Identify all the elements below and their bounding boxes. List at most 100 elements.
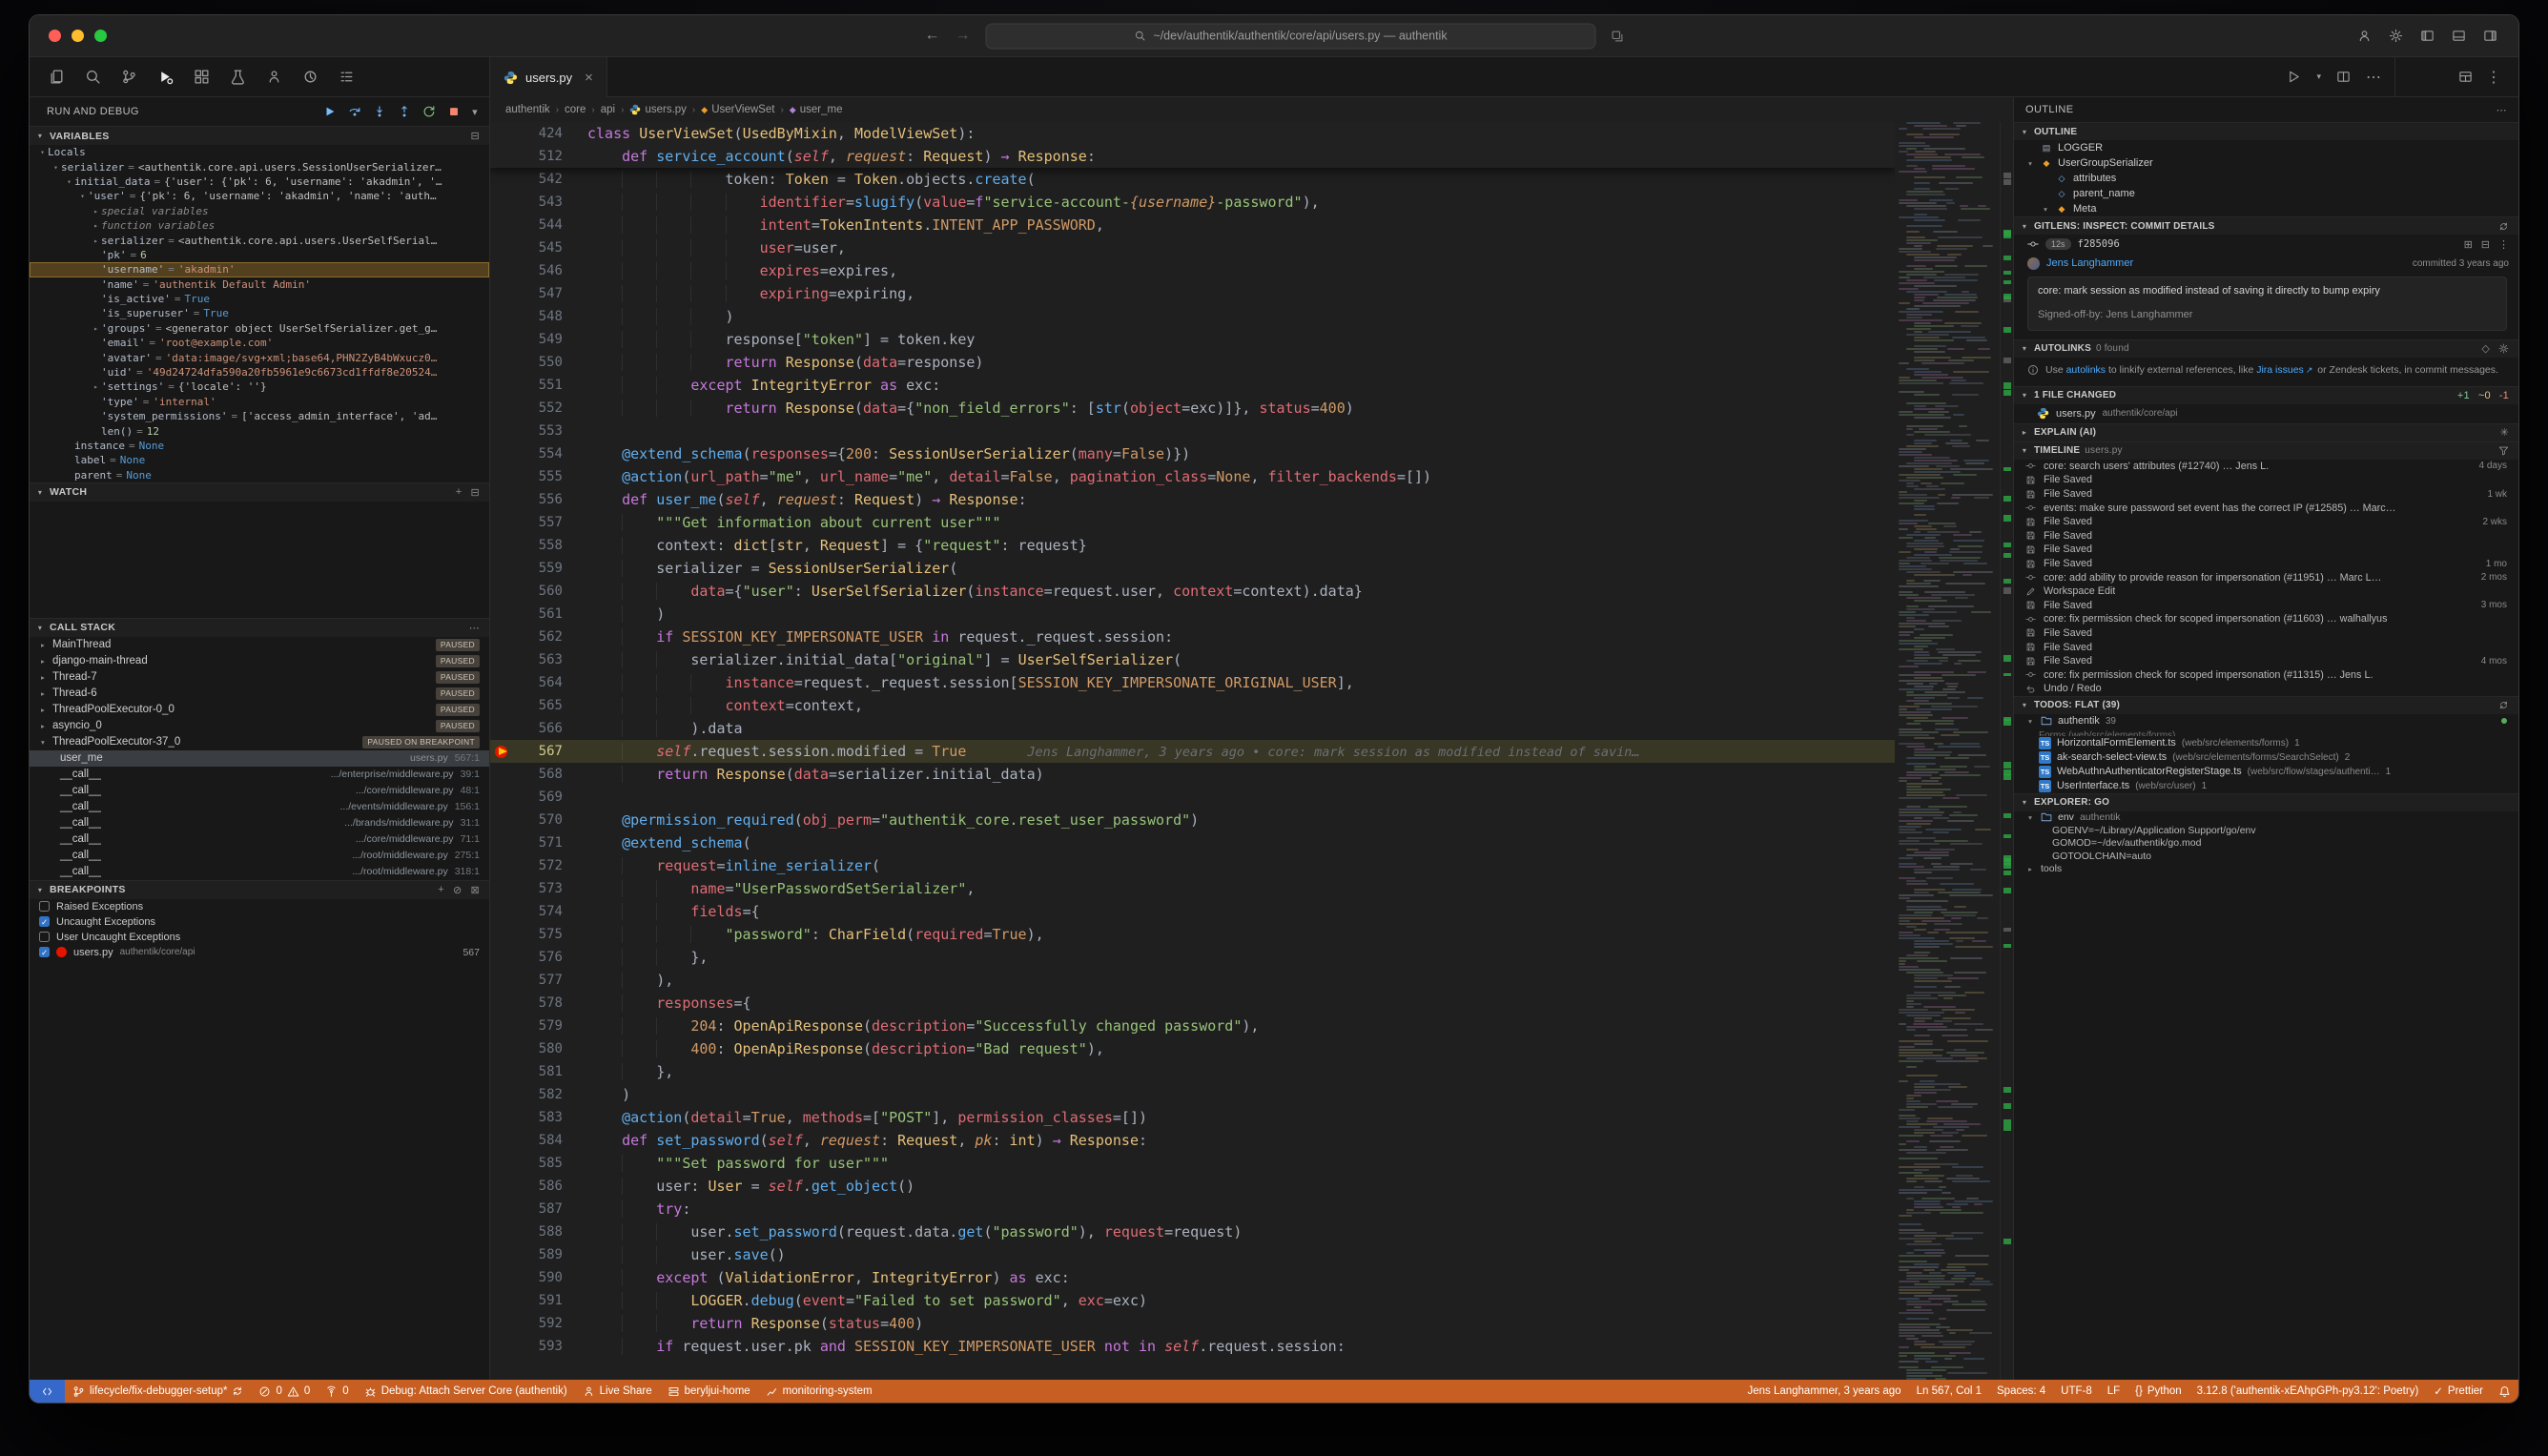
go-tools-row[interactable]: ▸tools [2014, 863, 2518, 876]
python-interpreter-indicator[interactable]: 3.12.8 ('authentik-xEAhpGPh-py3.12': Poe… [2189, 1380, 2427, 1403]
line-number[interactable]: 424 [519, 122, 563, 145]
gutter-glyph[interactable] [490, 465, 519, 488]
gutter-glyph[interactable] [490, 1152, 519, 1175]
step-over-icon[interactable] [348, 105, 361, 118]
variable-row[interactable]: 'name'='authentik Default Admin' [30, 277, 489, 292]
formatter-indicator[interactable]: ✓Prettier [2426, 1380, 2491, 1403]
line-number[interactable]: 561 [519, 603, 563, 625]
outline-item[interactable]: ▾◆Meta [2014, 201, 2518, 216]
call-stack-frame[interactable]: __call__.../brands/middleware.py31:1 [30, 815, 489, 831]
call-stack-frame[interactable]: __call__.../root/middleware.py275:1 [30, 848, 489, 864]
breakpoint-row[interactable]: Raised Exceptions [30, 899, 489, 914]
variable-row[interactable]: 'pk'=6 [30, 248, 489, 262]
gutter-glyph[interactable] [490, 122, 519, 145]
line-number[interactable]: 559 [519, 557, 563, 580]
call-stack-thread[interactable]: ▸django-main-threadPAUSED [30, 653, 489, 669]
line-number[interactable]: 543 [519, 191, 563, 214]
code-line[interactable]: 552 return Response(data={"non_field_err… [490, 397, 1895, 420]
gutter-glyph[interactable] [490, 694, 519, 717]
split-editor-icon[interactable] [2336, 70, 2351, 84]
breadcrumb-item[interactable]: authentik [505, 104, 550, 115]
live-share-icon[interactable] [266, 69, 282, 85]
variable-row[interactable]: ▸function variables [30, 218, 489, 233]
line-number[interactable]: 584 [519, 1129, 563, 1152]
breakpoint-row[interactable]: User Uncaught Exceptions [30, 930, 489, 945]
code-line[interactable]: 543 identifier=slugify(value=f"service-a… [490, 191, 1895, 214]
line-number[interactable]: 570 [519, 809, 563, 831]
commit-row[interactable]: 12s f285096 ⊞⊟⋮ [2014, 235, 2518, 254]
gutter-glyph[interactable] [490, 259, 519, 282]
gutter-glyph[interactable] [490, 740, 519, 763]
search-icon[interactable] [85, 69, 101, 85]
gutter-glyph[interactable] [490, 763, 519, 786]
todo-file-row[interactable]: TSHorizontalFormElement.ts(web/src/eleme… [2014, 736, 2518, 750]
code-line[interactable]: 563 serializer.initial_data["original"] … [490, 648, 1895, 671]
code-line[interactable]: 559 serializer = SessionUserSerializer( [490, 557, 1895, 580]
status-beryljui-home[interactable]: beryljui-home [660, 1380, 758, 1403]
expand-arrow-icon[interactable]: ▸ [91, 207, 101, 215]
timeline-entry[interactable]: core: fix permission check for scoped im… [2014, 667, 2518, 682]
timeline-entry[interactable]: File Saved1 mo [2014, 557, 2518, 571]
gutter-glyph[interactable] [490, 328, 519, 351]
variable-row[interactable]: 'is_active'=True [30, 292, 489, 306]
code-line[interactable]: 550 return Response(data=response) [490, 351, 1895, 374]
line-number[interactable]: 548 [519, 305, 563, 328]
expand-arrow-icon[interactable]: ▸ [91, 221, 101, 230]
line-number[interactable]: 583 [519, 1106, 563, 1129]
variable-row[interactable]: 'is_superuser'=True [30, 306, 489, 320]
line-number[interactable]: 542 [519, 168, 563, 191]
blame-indicator[interactable]: Jens Langhammer, 3 years ago [1739, 1380, 1908, 1403]
panel-kebab-icon[interactable]: ⋮ [2486, 68, 2501, 87]
code-line[interactable]: 577 ), [490, 969, 1895, 992]
expand-arrow-icon[interactable]: ▸ [41, 641, 52, 649]
remote-indicator[interactable] [30, 1380, 65, 1403]
breakpoint-row[interactable]: ✓Uncaught Exceptions [30, 914, 489, 930]
notifications-bell[interactable] [2491, 1380, 2518, 1403]
gitlens-section-header[interactable]: ▾GITLENS: INSPECT: COMMIT DETAILS [2014, 216, 2518, 235]
variable-row[interactable]: instance=None [30, 439, 489, 453]
autolinks-section-header[interactable]: ▾AUTOLINKS 0 found ◇ [2014, 339, 2518, 358]
refresh-icon[interactable] [2498, 700, 2509, 710]
timeline-entry[interactable]: events: make sure password set event has… [2014, 501, 2518, 515]
run-python-file-icon[interactable] [2287, 70, 2301, 84]
variable-row[interactable]: ▾'user'={'pk': 6, 'username': 'akadmin',… [30, 189, 489, 203]
line-number[interactable]: 554 [519, 442, 563, 465]
code-line[interactable]: 582 ) [490, 1083, 1895, 1106]
code-line[interactable]: 593 if request.user.pk and SESSION_KEY_I… [490, 1335, 1895, 1358]
code-line[interactable]: 558 context: dict[str, Request] = {"requ… [490, 534, 1895, 557]
explorer-go-section-header[interactable]: ▾EXPLORER: GO [2014, 793, 2518, 811]
toggle-breakpoints-icon[interactable]: ⊘ [453, 884, 462, 896]
todos-section-header[interactable]: ▾TODOS: FLAT (39) [2014, 696, 2518, 714]
code-line[interactable]: 579 204: OpenApiResponse(description="Su… [490, 1015, 1895, 1037]
run-and-debug-icon[interactable] [157, 69, 174, 85]
line-number[interactable]: 562 [519, 625, 563, 648]
expand-arrow-icon[interactable]: ▸ [91, 236, 101, 245]
todo-tree-icon[interactable] [339, 69, 355, 85]
code-line[interactable]: 569 [490, 786, 1895, 809]
timeline-entry[interactable]: File Saved [2014, 473, 2518, 487]
layout-grid-icon[interactable] [2458, 70, 2473, 84]
language-indicator[interactable]: {}Python [2127, 1380, 2189, 1403]
gutter-glyph[interactable] [490, 1289, 519, 1312]
source-control-icon[interactable] [121, 69, 137, 85]
go-env-row[interactable]: ▾envauthentik [2014, 811, 2518, 825]
timeline-entry[interactable]: File Saved [2014, 626, 2518, 641]
code-line[interactable]: 591 LOGGER.debug(event="Failed to set pa… [490, 1289, 1895, 1312]
minimize-window-button[interactable] [72, 30, 84, 42]
expand-arrow-icon[interactable]: ▾ [51, 163, 61, 172]
go-env-variable[interactable]: GOTOOLCHAIN=auto [2014, 850, 2518, 863]
gutter-glyph[interactable] [490, 1175, 519, 1198]
files-changed-section-header[interactable]: ▾1 FILE CHANGED +1~0-1 [2014, 386, 2518, 404]
gutter-glyph[interactable] [490, 511, 519, 534]
variable-row[interactable]: 'email'='root@example.com' [30, 336, 489, 350]
code-line[interactable]: 580 400: OpenApiResponse(description="Ba… [490, 1037, 1895, 1060]
line-number[interactable]: 565 [519, 694, 563, 717]
line-number[interactable]: 566 [519, 717, 563, 740]
variable-row[interactable]: ▸special variables [30, 204, 489, 218]
close-tab-icon[interactable]: × [585, 70, 593, 86]
code-line[interactable]: 592 return Response(status=400) [490, 1312, 1895, 1335]
code-line[interactable]: 512 def service_account(self, request: R… [490, 145, 1895, 168]
remove-breakpoints-icon[interactable]: ⊠ [470, 884, 480, 896]
line-number[interactable]: 575 [519, 923, 563, 946]
line-number[interactable]: 560 [519, 580, 563, 603]
